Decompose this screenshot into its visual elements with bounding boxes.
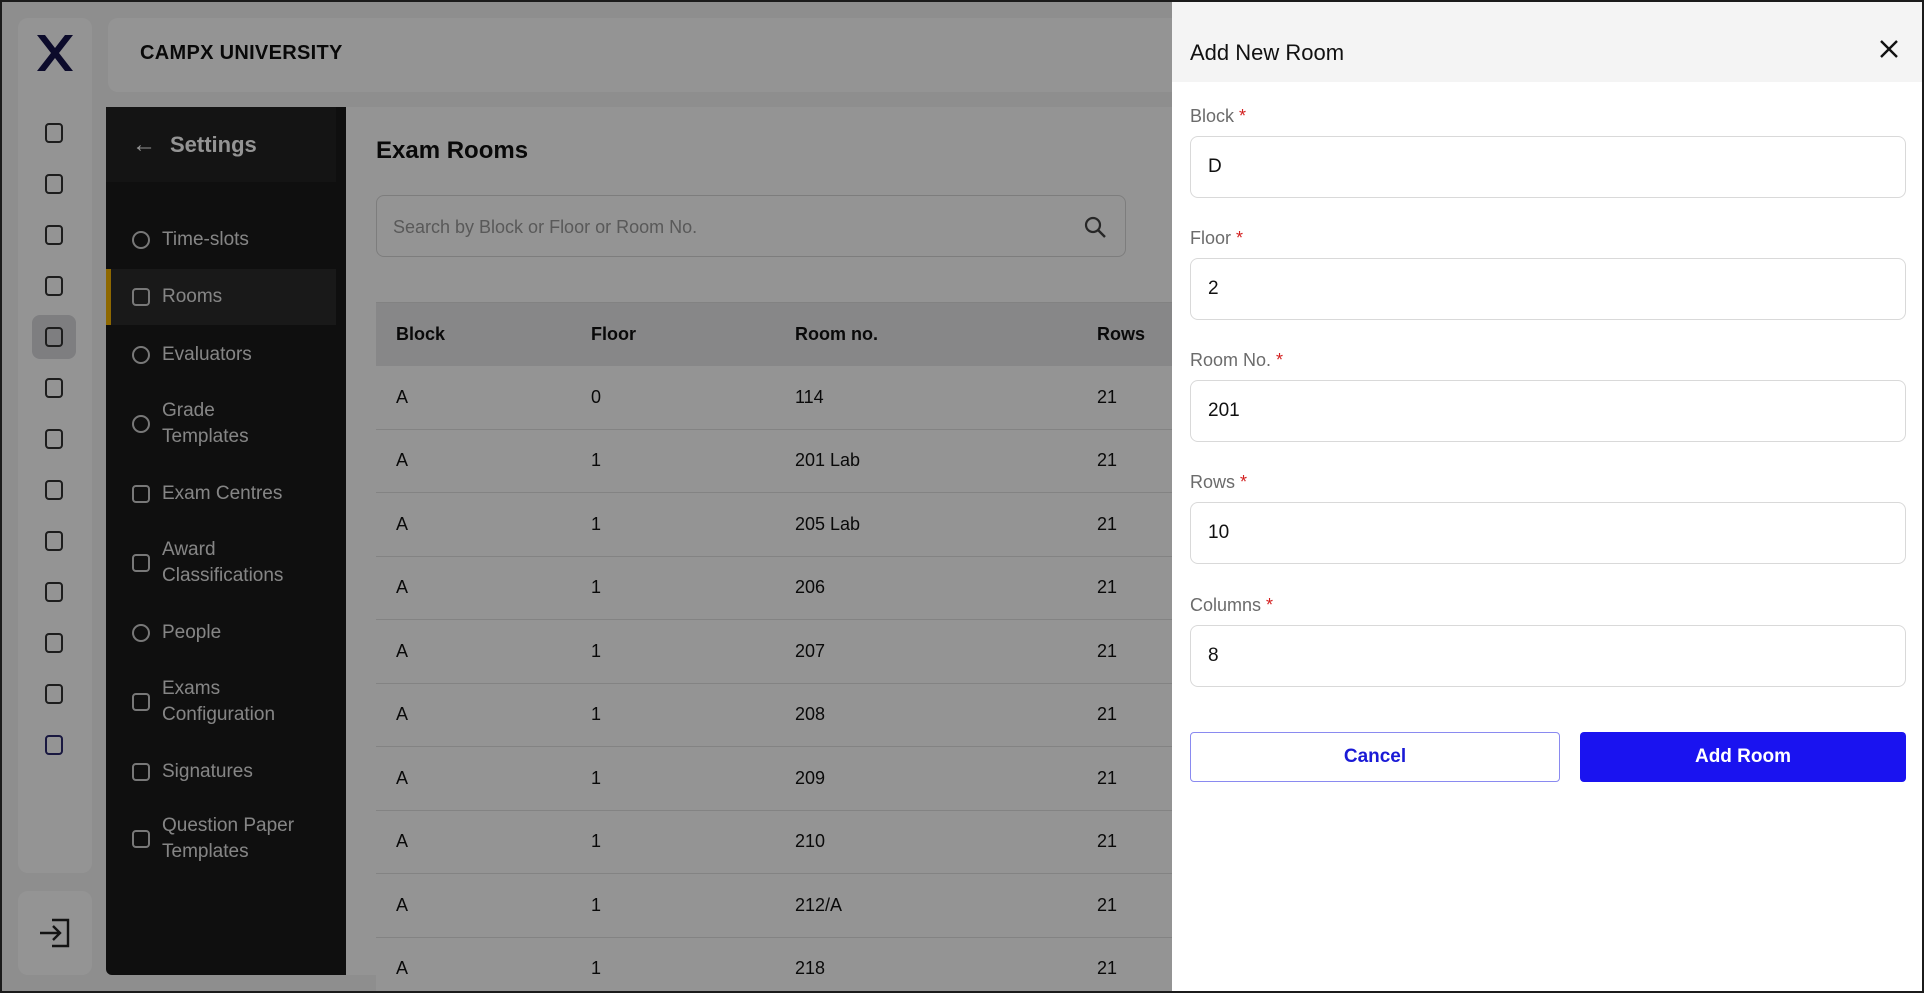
drawer-header: Add New Room <box>1172 0 1924 82</box>
columns-label: Columns * <box>1190 595 1274 615</box>
room-no-label: Room No. * <box>1190 350 1284 370</box>
add-room-button[interactable]: Add Room <box>1580 732 1906 782</box>
floor-label: Floor * <box>1190 228 1244 248</box>
room-no-field[interactable] <box>1190 380 1906 442</box>
rows-label: Rows * <box>1190 472 1248 492</box>
floor-field[interactable] <box>1190 258 1906 320</box>
block-label: Block * <box>1190 106 1247 126</box>
required-mark: * <box>1236 228 1244 248</box>
required-mark: * <box>1240 472 1248 492</box>
columns-field[interactable] <box>1190 625 1906 687</box>
close-button[interactable] <box>1876 36 1902 62</box>
required-mark: * <box>1239 106 1247 126</box>
block-field[interactable] <box>1190 136 1906 198</box>
required-mark: * <box>1266 595 1274 615</box>
add-room-drawer: Add New Room Block * Floor * Room No. * … <box>1172 0 1924 993</box>
close-icon <box>1880 40 1898 58</box>
required-mark: * <box>1276 350 1284 370</box>
drawer-title: Add New Room <box>1190 40 1345 65</box>
rows-field[interactable] <box>1190 502 1906 564</box>
cancel-button[interactable]: Cancel <box>1190 732 1560 782</box>
